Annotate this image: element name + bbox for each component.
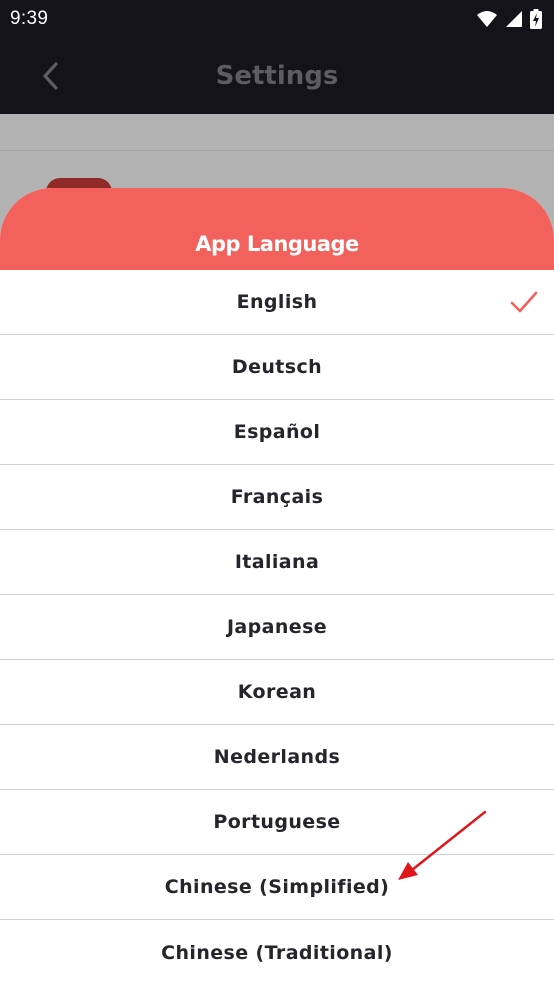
language-label: Japanese bbox=[226, 616, 328, 638]
language-list: English Deutsch Español Français Italian… bbox=[0, 270, 554, 984]
language-option-francais[interactable]: Français bbox=[0, 465, 554, 530]
language-label: Nederlands bbox=[213, 746, 341, 768]
status-icons bbox=[476, 9, 542, 29]
language-option-chinese-traditional[interactable]: Chinese (Traditional) bbox=[0, 920, 554, 984]
language-option-nederlands[interactable]: Nederlands bbox=[0, 725, 554, 790]
language-option-espanol[interactable]: Español bbox=[0, 400, 554, 465]
screen: 9:39 Settings App Language English Deuts… bbox=[0, 0, 554, 984]
language-label: English bbox=[236, 291, 318, 313]
page-title: Settings bbox=[215, 61, 339, 91]
checkmark-icon bbox=[510, 291, 538, 313]
language-label: Italiana bbox=[234, 551, 320, 573]
wifi-icon bbox=[477, 11, 497, 27]
sheet-header: App Language bbox=[0, 188, 554, 270]
language-label: Français bbox=[230, 486, 324, 508]
language-label: Portuguese bbox=[213, 811, 341, 833]
language-option-english[interactable]: English bbox=[0, 270, 554, 335]
signal-icon bbox=[506, 11, 522, 27]
language-label: Chinese (Simplified) bbox=[164, 876, 390, 898]
language-option-japanese[interactable]: Japanese bbox=[0, 595, 554, 660]
language-option-italiana[interactable]: Italiana bbox=[0, 530, 554, 595]
language-option-portuguese[interactable]: Portuguese bbox=[0, 790, 554, 855]
language-label: Deutsch bbox=[231, 356, 323, 378]
sheet-title: App Language bbox=[195, 232, 359, 256]
language-option-chinese-simplified[interactable]: Chinese (Simplified) bbox=[0, 855, 554, 920]
divider bbox=[0, 150, 554, 151]
language-bottom-sheet: App Language English Deutsch Español Fra… bbox=[0, 188, 554, 984]
language-option-korean[interactable]: Korean bbox=[0, 660, 554, 725]
battery-charging-icon bbox=[530, 9, 542, 29]
status-time: 9:39 bbox=[10, 8, 49, 29]
language-label: Korean bbox=[237, 681, 317, 703]
language-label: Español bbox=[233, 421, 321, 443]
app-bar: Settings bbox=[0, 38, 554, 114]
language-label: Chinese (Traditional) bbox=[161, 941, 393, 964]
status-bar: 9:39 bbox=[0, 0, 554, 38]
language-option-deutsch[interactable]: Deutsch bbox=[0, 335, 554, 400]
